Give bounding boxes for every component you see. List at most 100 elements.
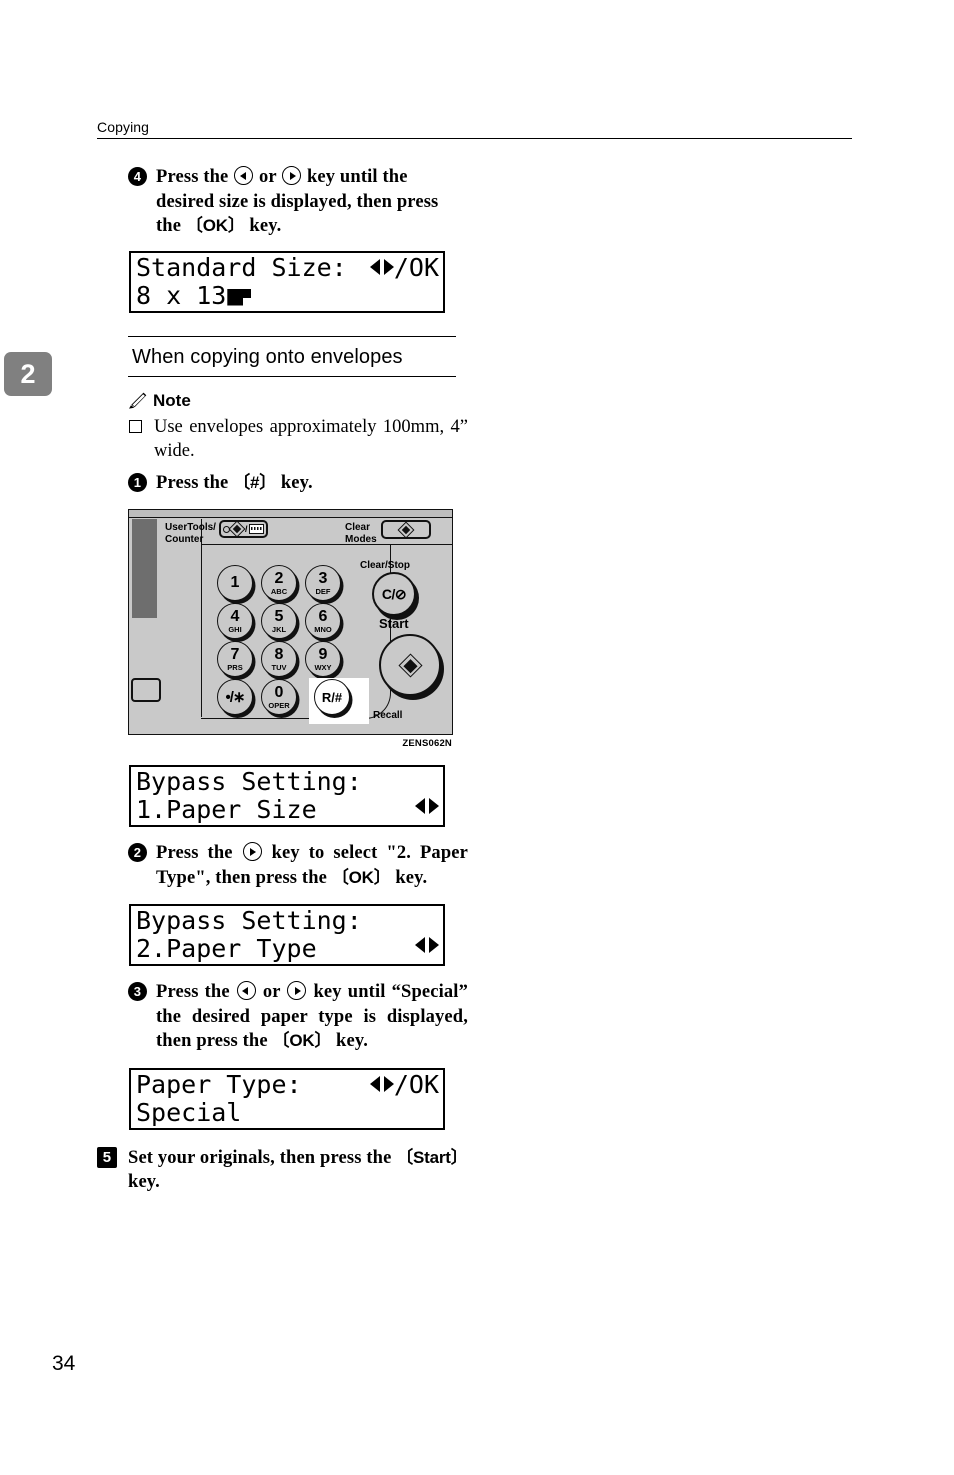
lcd-bypass-paper-size-line2: 1.Paper Size [136,795,317,824]
keypad-key-4[interactable]: 4 GHI [217,603,253,639]
keypad-key-4-number: 4 [230,607,240,625]
step-1-text-b: key. [276,472,313,493]
lcd-standard-size-value: 8 x 13 [136,280,227,310]
page-number: 34 [52,1352,76,1375]
user-tools-counter-button[interactable]: / [219,520,268,538]
keypad-key-6[interactable]: 6 MNO [305,603,341,639]
keypad-key-2[interactable]: 2 ABC [261,565,297,601]
section-rule-bottom [128,375,456,377]
clear-stop-button[interactable]: C/⊘ [372,572,416,616]
clear-modes-button[interactable] [381,520,431,539]
lcd-bypass-paper-size-line1: Bypass Setting: [136,767,362,796]
user-tools-counter-label: UserTools/Counter [165,522,216,545]
control-panel-figure: UserTools/Counter / Clear Modes 1 2 ABC 3D… [128,509,453,749]
ok-key-text: OK [289,1031,315,1050]
keypad-key-8[interactable]: 8 TUV [261,641,297,677]
step-2: 2 Press the key to select "2. Paper Type"… [128,841,468,890]
landscape-orientation-icon [227,288,252,306]
step-number-5: 5 [97,1146,117,1168]
figure-id: ZENS062N [402,738,452,749]
right-arrow-key-icon [282,166,302,185]
step-2-text-c: key. [390,867,428,888]
start-label: Start [379,616,409,631]
clear-stop-glyph: C/⊘ [381,585,407,602]
ok-key-text: OK [202,216,228,235]
step-3-text-b: or [256,982,287,1002]
keypad-key-7-number: 7 [230,645,240,663]
lcd-paper-type-ok: /OK [393,1069,439,1099]
start-icon [397,652,423,678]
step-5: 5 Set your originals, then press the 〔Sta… [97,1146,499,1195]
left-arrow-key-icon [236,981,256,1000]
keypad-key-star-number: •/∗ [225,688,246,706]
header-title: Copying [97,119,150,135]
lcd-standard-size: Standard Size: /OK 8 x 13 [129,250,445,313]
left-arrow-key-icon [234,166,254,185]
keypad-key-0-letters: OPER [268,700,290,710]
keypad-key-star[interactable]: •/∗ [217,679,253,715]
ok-key-label: 〔OK〕 [272,1031,332,1051]
control-panel: UserTools/Counter / Clear Modes 1 2 ABC 3D… [128,509,453,735]
step-2-text-a: Press the [156,843,242,863]
step-5-text-a: Set your originals, then press the [128,1147,397,1168]
counter-icon [249,524,264,534]
left-right-arrows-icon [415,796,439,816]
header-rule [97,138,852,139]
keypad-key-7[interactable]: 7 PRS [217,641,253,677]
keypad-key-8-number: 8 [274,645,284,663]
keypad-key-0-number: 0 [274,683,284,701]
lcd-standard-size-line1: Standard Size: [136,252,347,282]
keypad-key-5-number: 5 [274,607,284,625]
start-key-label: 〔Start〕 [396,1147,468,1168]
keypad-key-9[interactable]: 9 WXY [305,641,341,677]
keypad-key-4-letters: GHI [228,624,242,634]
clear-modes-icon [397,521,415,538]
keypad-key-5[interactable]: 5 JKL [261,603,297,639]
step-number-4: 4 [128,167,147,186]
keypad-key-1-number: 1 [230,574,240,591]
right-arrow-key-icon [242,842,262,861]
lcd-paper-type-indicator: /OK [369,1069,439,1099]
lcd-bypass-paper-size: Bypass Setting: 1.Paper Size [129,765,445,827]
pencil-icon [128,392,147,409]
step-4-text-a: Press the [156,167,234,187]
keypad-key-0[interactable]: 0 OPER [261,679,297,715]
keypad-key-9-letters: WXY [314,662,332,672]
keypad-key-2-letters: ABC [270,586,288,596]
step-number-3: 3 [128,982,147,1001]
keypad-key-1[interactable]: 1 [217,565,253,601]
ok-key-text: OK [348,867,374,887]
keypad-key-9-number: 9 [318,645,328,663]
panel-small-button[interactable] [131,678,161,702]
step-number-1: 1 [128,472,147,492]
keypad-key-recall[interactable]: R/# [314,679,350,715]
lcd-standard-size-indicator: /OK [369,252,439,282]
step-4-text-d: key. [244,216,282,236]
start-button[interactable] [379,634,441,696]
note-label: Note [153,390,191,410]
keypad-key-6-letters: MNO [314,624,332,634]
keypad-key-3-number: 3 [318,569,328,587]
clear-modes-label: Clear Modes [345,522,377,545]
left-right-arrows-icon [369,257,394,277]
lcd-bypass-paper-type-line2: 2.Paper Type [136,934,317,963]
step-4: 4 Press the or key until the desired size… [128,165,468,239]
chapter-tab: 2 [4,352,52,396]
user-tools-icon [228,520,246,538]
clear-stop-label: Clear/Stop [360,560,411,571]
lcd-standard-size-ok: /OK [393,252,439,282]
note-checkbox-icon [129,419,142,433]
keypad-key-recall-number: R/# [321,689,343,705]
ok-key-label: 〔OK〕 [331,867,391,888]
section-heading-block: When copying onto envelopes [128,335,468,377]
keypad-key-3[interactable]: 3 DEF [305,565,341,601]
lcd-paper-type: Paper Type: /OK Special [129,1067,445,1130]
lcd-bypass-paper-type-indicator [415,935,439,955]
recall-label: Recall [373,710,403,721]
step-1: 1 Press the 〔#〕 key. [128,471,468,496]
keypad-key-5-letters: JKL [271,624,287,634]
step-3-text-d: key. [331,1031,368,1051]
lcd-bypass-paper-type-line1: Bypass Setting: [136,906,362,935]
panel-top-strip [129,510,452,518]
hash-key-label: 〔#〕 [233,472,277,493]
